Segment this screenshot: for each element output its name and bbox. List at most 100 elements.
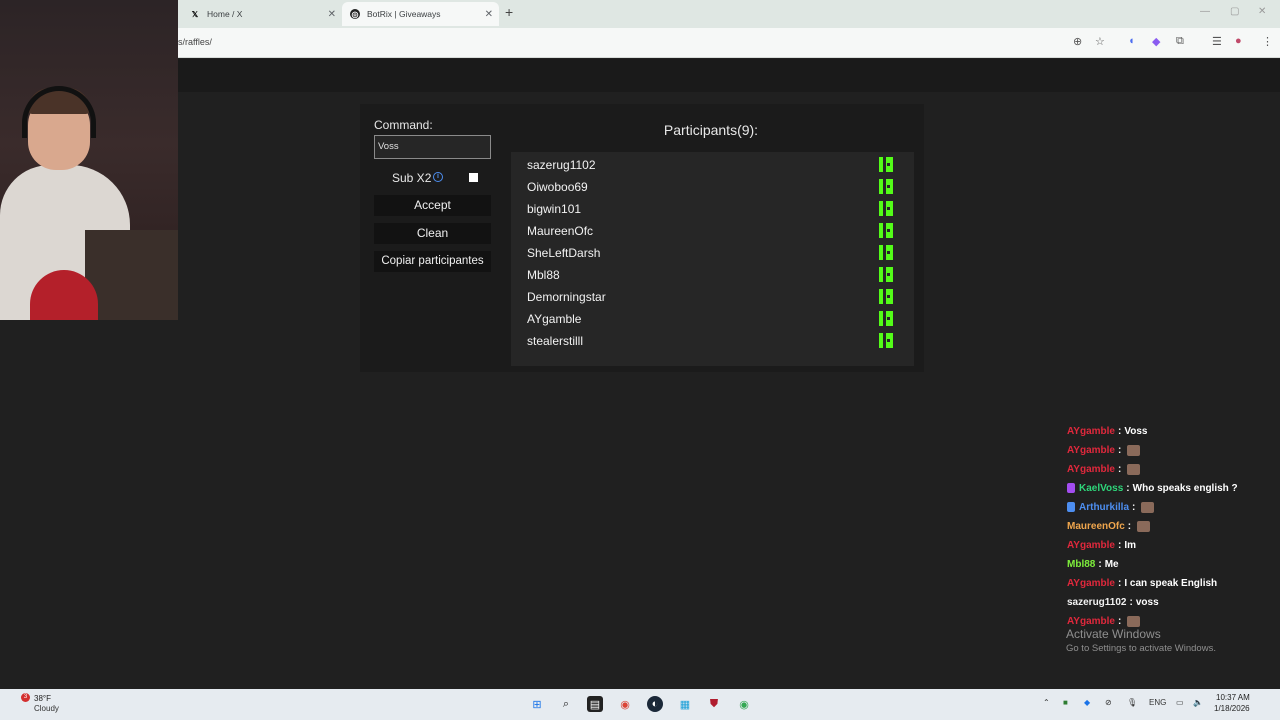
chat-separator: : [1117, 425, 1122, 437]
page-header [178, 59, 1280, 92]
sub-x2-checkbox[interactable] [469, 173, 478, 182]
copy-participants-button[interactable]: Copiar participantes [374, 251, 491, 272]
webcam-overlay [0, 0, 178, 320]
url-text[interactable]: s/raffles/ [178, 37, 212, 47]
clean-button[interactable]: Clean [374, 223, 491, 244]
chat-text: Im [1124, 539, 1136, 551]
extensions-puzzle-icon[interactable]: ⧉ [1176, 35, 1184, 48]
chat-username: Mbl88 [1067, 558, 1096, 570]
menu-kebab-icon[interactable]: ⋮ [1262, 35, 1273, 48]
participants-list: sazerug1102 Oiwoboo69 bigwin101 MaureenO… [511, 152, 914, 366]
participant-name: Demorningstar [527, 290, 606, 304]
close-icon[interactable]: ✕ [485, 9, 493, 20]
window-close-icon[interactable]: ✕ [1258, 6, 1266, 17]
chat-message: Arthurkilla: [1067, 498, 1155, 516]
chat-separator: : [1132, 501, 1136, 513]
profile-avatar-icon[interactable]: ● [1235, 35, 1242, 47]
volume-icon[interactable]: 🔈 [1193, 698, 1203, 707]
chat-username: AYgamble [1067, 539, 1115, 551]
steam-icon[interactable]: ◐ [647, 696, 663, 712]
participant-row: Mbl88 [511, 263, 914, 285]
clock-date[interactable]: 1/18/2026 [1214, 704, 1250, 713]
maximize-icon[interactable]: ▢ [1230, 6, 1239, 17]
weather-temperature[interactable]: 38°F [34, 694, 51, 703]
kick-logo-icon[interactable] [879, 201, 893, 216]
chat-message: Mbl88: Me [1067, 555, 1119, 573]
network-icon[interactable]: ▭ [1176, 698, 1184, 707]
participant-name: SheLeftDarsh [527, 246, 601, 260]
kick-logo-icon[interactable] [879, 223, 893, 238]
chat-separator: : [1126, 482, 1130, 494]
activate-windows-subtitle: Go to Settings to activate Windows. [1066, 643, 1216, 654]
chat-message: MaureenOfc: [1067, 517, 1151, 535]
sub-x2-label: Sub X2 [392, 171, 432, 185]
participant-name: stealerstilll [527, 334, 584, 348]
zoom-icon[interactable]: ⊕ [1073, 35, 1082, 48]
command-input[interactable]: Voss [374, 135, 491, 159]
new-tab-icon[interactable]: + [505, 4, 513, 20]
participant-row: MaureenOfc [511, 219, 914, 241]
language-indicator[interactable]: ENG [1149, 698, 1166, 707]
chat-message: AYgamble: [1067, 441, 1141, 459]
participant-name: AYgamble [527, 312, 582, 326]
chat-username: Arthurkilla [1079, 501, 1130, 513]
kick-logo-icon[interactable] [879, 267, 893, 282]
chrome-profile-icon[interactable]: ◉ [736, 696, 752, 712]
microphone-icon[interactable]: 🎙 [1127, 698, 1137, 707]
chat-username: AYgamble [1067, 615, 1115, 627]
participant-row: sazerug1102 [511, 153, 914, 175]
kick-logo-icon[interactable] [879, 245, 893, 260]
close-icon[interactable]: ✕ [328, 9, 336, 20]
chat-text: Me [1104, 558, 1119, 570]
tray-app-icon[interactable]: ⊘ [1105, 698, 1112, 707]
kick-logo-icon[interactable] [879, 289, 893, 304]
bookmark-star-icon[interactable]: ☆ [1095, 35, 1105, 48]
minimize-icon[interactable]: — [1200, 6, 1210, 17]
notepad-icon[interactable]: ▦ [677, 696, 693, 712]
extension-icon[interactable]: ◆ [1152, 35, 1160, 48]
tab-search-icon[interactable]: ☰ [1212, 35, 1222, 48]
participant-name: Mbl88 [527, 268, 560, 282]
chat-emote-icon [1127, 444, 1141, 456]
taskbar: 3 38°F Cloudy ⊞ ⌕ ▤ ◉ ◐ ▦ ⛊ ◉ ⌃ ■ ◆ ⊘ 🎙 … [0, 689, 1280, 720]
participant-name: MaureenOfc [527, 224, 594, 238]
chat-message: sazerug1102: voss [1067, 593, 1159, 611]
weather-condition[interactable]: Cloudy [34, 704, 59, 713]
kick-logo-icon[interactable] [879, 179, 893, 194]
kick-logo-icon[interactable] [879, 157, 893, 172]
chat-username: MaureenOfc [1067, 520, 1125, 532]
kick-logo-icon[interactable] [879, 311, 893, 326]
file-explorer-icon[interactable]: ▤ [587, 696, 603, 712]
chat-emote-icon [1141, 501, 1155, 513]
address-bar[interactable]: s/raffles/ ⊕ ☆ ◖ ◆ ⧉ ☰ ● ⋮ [0, 28, 1280, 58]
accept-button[interactable]: Accept [374, 195, 491, 216]
participant-name: bigwin101 [527, 202, 582, 216]
tab-home-x[interactable]: 𝕏 Home / X ✕ [182, 4, 342, 24]
participant-name: Oiwoboo69 [527, 180, 588, 194]
chat-text: voss [1135, 596, 1159, 608]
chat-username: AYgamble [1067, 444, 1115, 456]
extension-icon[interactable]: ◖ [1128, 35, 1135, 47]
chat-message: AYgamble: Voss [1067, 422, 1148, 440]
shield-app-icon[interactable]: ⛊ [706, 696, 722, 712]
tray-app-icon[interactable]: ■ [1063, 698, 1068, 707]
chat-separator: : [1127, 520, 1132, 532]
chat-badge-icon [1067, 502, 1075, 512]
chrome-icon[interactable]: ◉ [617, 696, 633, 712]
info-icon[interactable]: i [433, 172, 443, 182]
chat-emote-icon [1127, 615, 1141, 627]
chat-separator: : [1117, 577, 1122, 589]
participants-title: Participants(9): [663, 122, 759, 138]
command-label: Command: [374, 118, 433, 132]
chat-message: AYgamble: I can speak English [1067, 574, 1217, 592]
participant-row: bigwin101 [511, 197, 914, 219]
kick-logo-icon[interactable] [879, 333, 893, 348]
tab-botrix-giveaways[interactable]: ◎ BotRix | Giveaways ✕ [342, 2, 499, 26]
tray-overflow-icon[interactable]: ⌃ [1043, 698, 1050, 707]
windows-start-icon[interactable]: ⊞ [529, 696, 545, 712]
clock-time[interactable]: 10:37 AM [1216, 693, 1250, 702]
search-icon[interactable]: ⌕ [558, 696, 574, 712]
chat-username: sazerug1102 [1067, 596, 1127, 608]
activate-windows-title: Activate Windows [1066, 627, 1161, 641]
tray-app-icon[interactable]: ◆ [1084, 698, 1090, 707]
